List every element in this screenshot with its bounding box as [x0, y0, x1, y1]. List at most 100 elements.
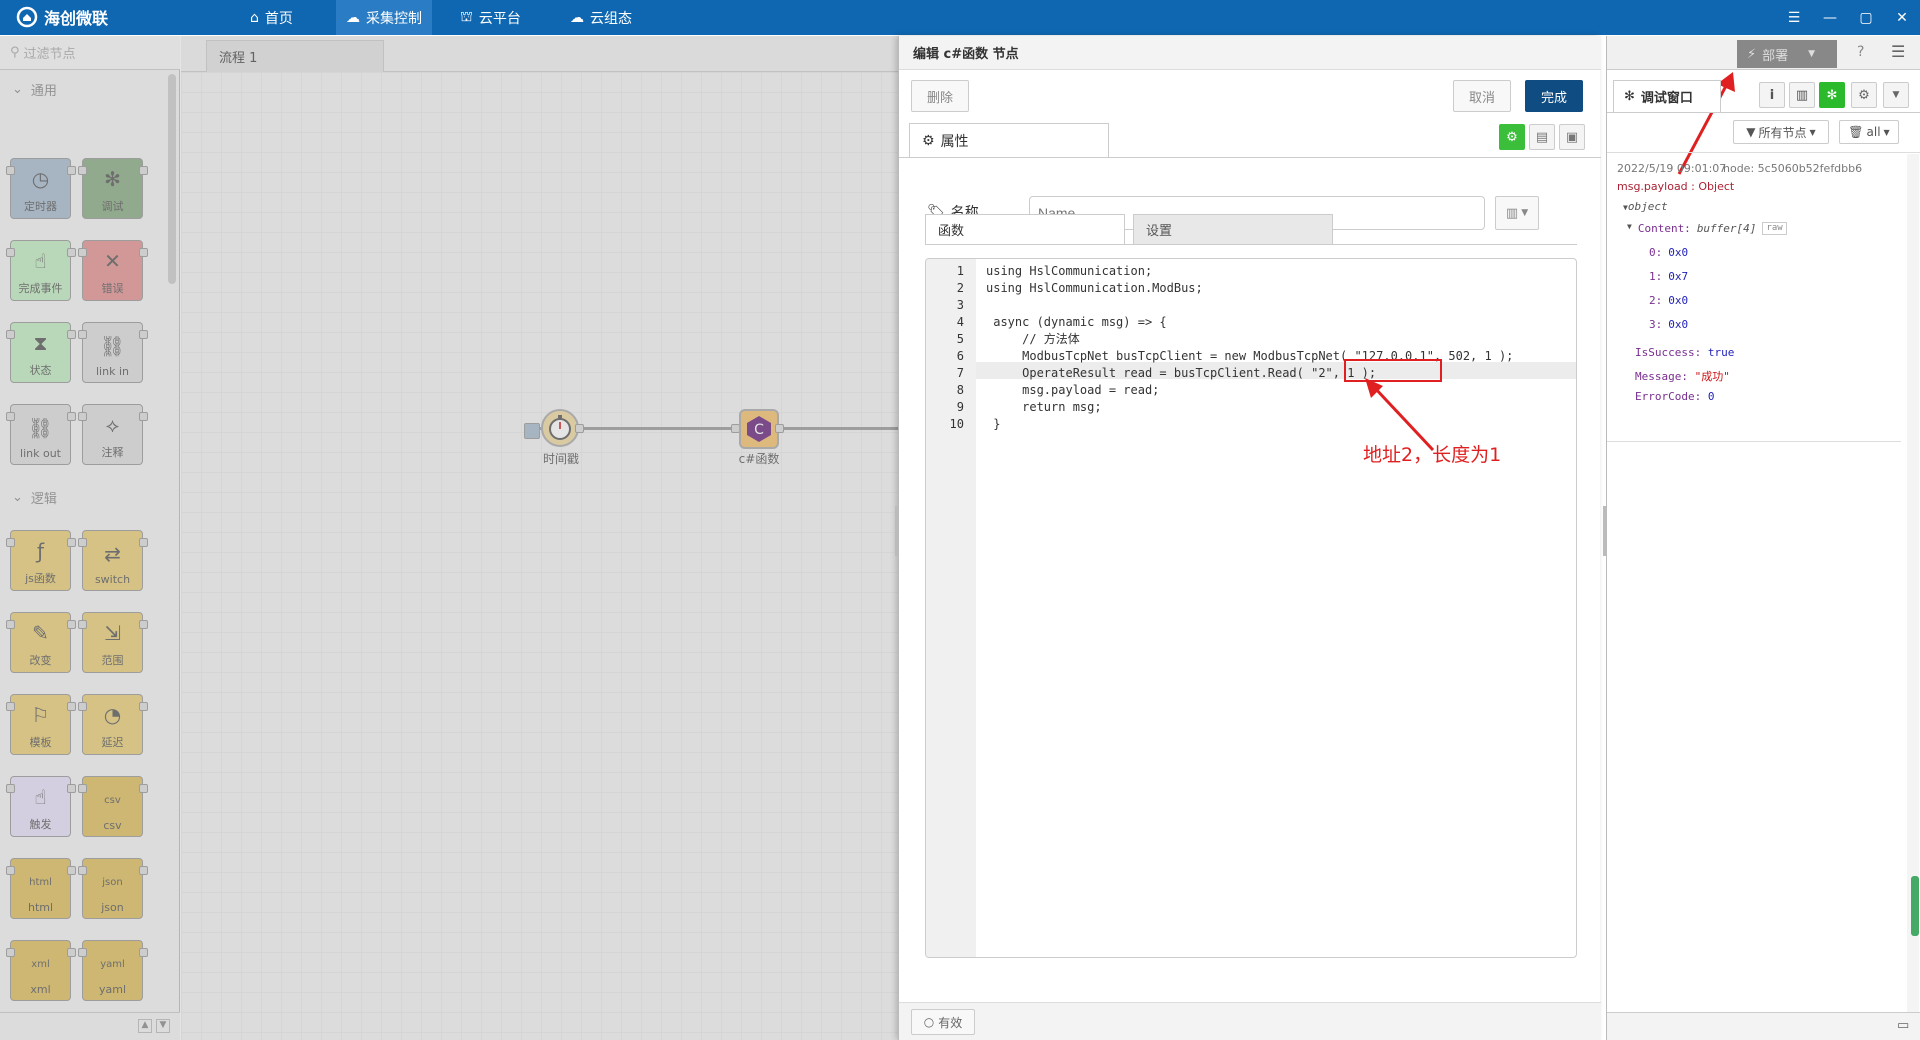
monitor-icon[interactable]: ▭	[1897, 1018, 1909, 1033]
deploy-button[interactable]: ⚡ 部署 ▼	[1737, 40, 1837, 68]
object-node[interactable]: ▼object	[1623, 200, 1668, 213]
cloud-gear-icon: ☁	[346, 9, 360, 26]
sidebar-footer: ▭	[1607, 1012, 1920, 1040]
buffer-row: 0: 0x0	[1649, 246, 1688, 259]
nav-platform-label: 云平台	[478, 10, 521, 27]
line-number: 5	[956, 332, 964, 346]
message-node-id[interactable]: node: 5c5060b52fefdbb6	[1723, 162, 1862, 175]
tab-setup[interactable]: 设置	[1133, 214, 1333, 244]
code-line[interactable]: // 方法体	[986, 331, 1080, 348]
scroll-indicator[interactable]	[1911, 876, 1919, 936]
rocket-icon: ⚡	[1747, 46, 1757, 62]
buffer-value: 0x0	[1668, 246, 1689, 259]
tab-debug[interactable]: ✻ 调试窗口	[1613, 80, 1721, 112]
divider	[899, 157, 1601, 158]
deploy-label: 部署	[1762, 48, 1789, 64]
icon-picker-button[interactable]: ▥ ▼	[1495, 196, 1539, 230]
message-topic: msg.payload : Object	[1617, 180, 1735, 193]
app-logo[interactable]: 海创微联	[16, 6, 108, 28]
settings-gear-icon[interactable]: ⚙	[1851, 82, 1877, 108]
book-icon[interactable]: ▥	[1789, 82, 1815, 108]
editor-footer: ○ 有效	[899, 1002, 1601, 1040]
node-filter-dropdown[interactable]: ▼ 所有节点 ▼	[1733, 120, 1829, 144]
code-line[interactable]: msg.payload = read;	[986, 382, 1159, 399]
enable-toggle[interactable]: ○ 有效	[911, 1009, 975, 1035]
help-icon[interactable]: ?	[1857, 44, 1864, 60]
appearance-tab-icon[interactable]: ▣	[1559, 124, 1585, 150]
app-title: 海创微联	[44, 9, 109, 28]
done-button[interactable]: 完成	[1525, 80, 1583, 112]
node-filter-label: 所有节点	[1758, 125, 1807, 140]
nav-collect-control[interactable]: ☁ 采集控制	[336, 0, 432, 35]
code-line[interactable]: async (dynamic msg) => {	[986, 314, 1166, 331]
message-key: Message:	[1635, 370, 1688, 383]
buffer-index: 0:	[1649, 246, 1663, 259]
message-row: Message: "成功"	[1635, 368, 1730, 384]
nav-collect-label: 采集控制	[366, 10, 422, 27]
minimize-icon[interactable]: —	[1810, 0, 1850, 35]
buffer-value: 0x7	[1668, 270, 1689, 283]
content-node[interactable]: ▼ Content: buffer[4] raw	[1627, 222, 1787, 235]
caret-down-icon: ▼	[1521, 208, 1529, 218]
raw-toggle[interactable]: raw	[1762, 222, 1787, 235]
settings-tab-icon[interactable]: ⚙	[1499, 124, 1525, 150]
filter-icon: ▼	[1746, 125, 1756, 139]
debug-tab-label: 调试窗口	[1640, 91, 1693, 106]
line-number: 2	[956, 281, 964, 295]
code-line[interactable]: }	[986, 416, 1000, 433]
nav-home[interactable]: ⌂ 首页	[240, 0, 303, 35]
tray-resize-handle[interactable]	[895, 506, 898, 556]
clear-all-label: all	[1866, 125, 1881, 139]
menu-icon[interactable]: ☰	[1774, 0, 1814, 35]
error-code-key: ErrorCode:	[1635, 390, 1702, 403]
chevron-down-icon[interactable]: ▼	[1883, 82, 1909, 108]
buffer-index: 3:	[1649, 318, 1663, 331]
node-editor-tray: 编辑 c#函数 节点 删除 取消 完成 ⚙属性 ⚙ ▤ ▣ 🏷名称 ▥▼ 函数 …	[895, 36, 1601, 1040]
code-line[interactable]: using HslCommunication;	[986, 263, 1152, 280]
debug-message[interactable]: 2022/5/19 09:01:07 node: 5c5060b52fefdbb…	[1607, 154, 1901, 442]
divider	[925, 244, 1577, 245]
is-success-key: IsSuccess:	[1635, 346, 1702, 359]
caret-down-icon: ▼	[1809, 127, 1816, 137]
platform-icon: ⛫	[460, 8, 473, 25]
line-number: 3	[956, 298, 964, 312]
message-value: "成功"	[1694, 370, 1730, 383]
nav-config-label: 云组态	[590, 10, 632, 27]
cancel-button[interactable]: 取消	[1453, 80, 1511, 112]
line-number: 7	[956, 366, 964, 380]
debug-bug-icon[interactable]: ✻	[1819, 82, 1845, 108]
nav-cloud-config[interactable]: ☁ 云组态	[560, 0, 642, 35]
code-line[interactable]: return msg;	[986, 399, 1101, 416]
divider	[1607, 112, 1920, 113]
logo-icon	[16, 6, 38, 28]
main-menu-icon[interactable]: ☰	[1891, 42, 1905, 61]
buffer-value: 0x0	[1668, 318, 1689, 331]
tab-function[interactable]: 函数	[925, 214, 1125, 244]
code-line[interactable]: using HslCommunication.ModBus;	[986, 280, 1203, 297]
sidebar: ⚡ 部署 ▼ ? ☰ ✻ 调试窗口 i ▥ ✻ ⚙ ▼ ▼ 所有节点 ▼ 🗑 all ▼ 2…	[1603, 36, 1920, 1040]
close-icon[interactable]: ✕	[1882, 0, 1920, 35]
caret-down-icon: ▼	[1883, 127, 1890, 137]
maximize-icon[interactable]: ▢	[1846, 0, 1886, 35]
error-code-row: ErrorCode: 0	[1635, 390, 1714, 403]
sidebar-header: ⚡ 部署 ▼ ? ☰	[1607, 36, 1920, 70]
delete-button[interactable]: 删除	[911, 80, 969, 112]
nav-cloud-platform[interactable]: ⛫ 云平台	[450, 0, 531, 35]
cloud-icon: ☁	[570, 9, 584, 26]
buffer-row: 3: 0x0	[1649, 318, 1688, 331]
description-tab-icon[interactable]: ▤	[1529, 124, 1555, 150]
error-code-value: 0	[1707, 390, 1715, 403]
buffer-row: 2: 0x0	[1649, 294, 1688, 307]
code-line[interactable]: OperateResult read = busTcpClient.Read( …	[986, 365, 1376, 382]
code-editor[interactable]: 1 2 3 4 5 6 7 8 9 10 using HslCommunication; using…	[925, 258, 1577, 958]
editor-shade-overlay	[0, 36, 898, 1040]
line-number: 8	[956, 383, 964, 397]
content-type: buffer[4]	[1696, 222, 1757, 235]
info-icon[interactable]: i	[1759, 82, 1785, 108]
props-tab-label: 属性	[940, 133, 969, 150]
tab-properties[interactable]: ⚙ 属性	[909, 123, 1109, 157]
clear-all-dropdown[interactable]: 🗑 all ▼	[1839, 120, 1899, 144]
sidebar-resize-handle[interactable]	[1603, 506, 1606, 556]
editor-title: 编辑 c#函数 节点	[899, 36, 1601, 70]
annotation-text: 地址2，长度为1	[1363, 444, 1502, 466]
